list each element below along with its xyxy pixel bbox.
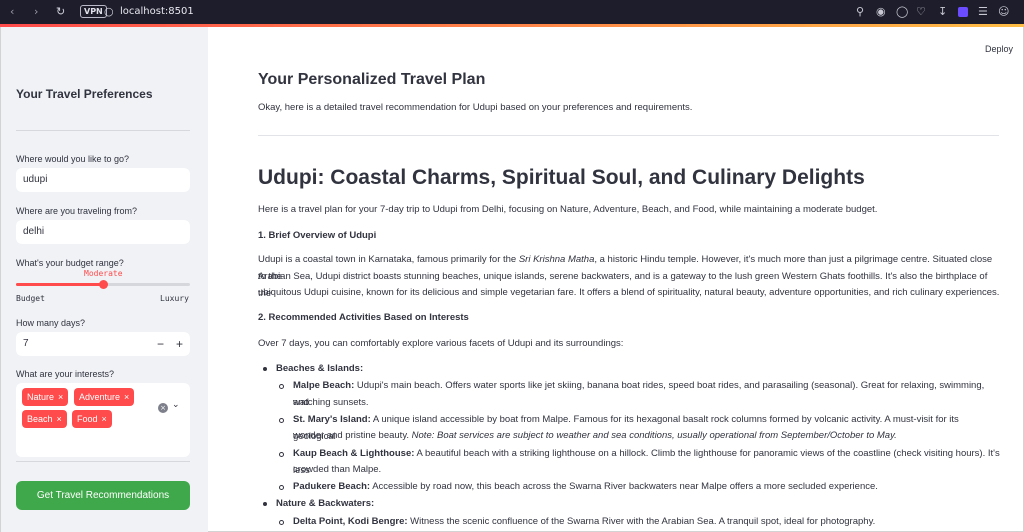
- forward-icon[interactable]: ›: [34, 4, 38, 20]
- settings-icon[interactable]: ☰: [978, 5, 988, 19]
- site-info-icon[interactable]: ○: [104, 5, 114, 19]
- remove-chip-icon[interactable]: ×: [58, 392, 63, 402]
- sidebar-divider: [16, 461, 190, 462]
- destination-label: Where would you like to go?: [16, 154, 130, 164]
- origin-input[interactable]: delhi: [16, 220, 190, 244]
- budget-label: What's your budget range?: [16, 258, 124, 268]
- content-divider: [258, 135, 999, 136]
- reload-icon[interactable]: ↻: [56, 4, 65, 20]
- budget-slider-value: Moderate: [84, 269, 123, 278]
- section-overview-title: 1. Brief Overview of Udupi: [258, 230, 377, 241]
- interests-label: What are your interests?: [16, 369, 115, 379]
- list-item-delta-point: Delta Point, Kodi Bengre: Witness the sc…: [293, 516, 876, 527]
- budget-max-label: Luxury: [160, 294, 189, 303]
- sub-bullet-icon: [279, 418, 284, 423]
- list-item-malpe: Malpe Beach: Udupi's main beach. Offers …: [293, 380, 985, 408]
- interest-chip-adventure[interactable]: Adventure ×: [74, 388, 135, 406]
- camera-icon[interactable]: ◉: [876, 5, 886, 19]
- budget-min-label: Budget: [16, 294, 45, 303]
- bullet-icon: [263, 367, 267, 371]
- remove-chip-icon[interactable]: ×: [124, 392, 129, 402]
- remove-chip-icon[interactable]: ×: [57, 414, 62, 424]
- overview-line-3: ubiquitous Udupi cuisine, known for its …: [258, 287, 1000, 298]
- budget-slider-track[interactable]: [16, 280, 190, 289]
- search-icon[interactable]: ⚲: [856, 5, 864, 19]
- download-icon[interactable]: ↧: [938, 5, 947, 19]
- destination-input[interactable]: udupi: [16, 168, 190, 192]
- list-item-kaup: Kaup Beach & Lighthouse: A beautiful bea…: [293, 448, 1000, 476]
- sidebar-divider: [16, 130, 190, 131]
- page-title: Your Personalized Travel Plan: [258, 71, 486, 88]
- shield-icon[interactable]: ◯: [896, 5, 908, 19]
- days-increment-button[interactable]: +: [176, 332, 183, 356]
- list-item-malpe-cont: watching sunsets.: [293, 397, 369, 408]
- clear-all-icon[interactable]: ×: [158, 403, 168, 413]
- origin-label: Where are you traveling from?: [16, 206, 138, 216]
- extension-icon[interactable]: [958, 7, 968, 17]
- interest-chip-beach[interactable]: Beach ×: [22, 410, 67, 428]
- group-beaches-islands: Beaches & Islands:: [276, 363, 364, 374]
- get-recommendations-button[interactable]: Get Travel Recommendations: [16, 481, 190, 510]
- budget-slider-thumb[interactable]: [99, 280, 108, 289]
- activities-lead: Over 7 days, you can comfortably explore…: [258, 338, 624, 349]
- interest-chip-nature[interactable]: Nature ×: [22, 388, 69, 406]
- remove-chip-icon[interactable]: ×: [102, 414, 107, 424]
- interest-chip-food[interactable]: Food ×: [72, 410, 112, 428]
- sidebar-title: Your Travel Preferences: [16, 87, 153, 101]
- intro-text: Okay, here is a detailed travel recommen…: [258, 102, 693, 113]
- group-nature-backwaters: Nature & Backwaters:: [276, 498, 375, 509]
- heart-icon[interactable]: ♡: [916, 5, 926, 19]
- interests-multiselect[interactable]: Nature × Adventure × Beach × Food × × ⌄: [16, 383, 190, 457]
- list-item-st-marys-cont: wonder and pristine beauty. Note: Boat s…: [293, 430, 897, 441]
- plan-lead: Here is a travel plan for your 7-day tri…: [258, 204, 878, 215]
- vpn-badge[interactable]: VPN: [80, 5, 107, 18]
- budget-slider-fill: [16, 283, 103, 286]
- sub-bullet-icon: [279, 485, 284, 490]
- list-item-kaup-cont: crowded than Malpe.: [293, 464, 382, 475]
- sub-bullet-icon: [279, 452, 284, 457]
- bullet-icon: [263, 502, 267, 506]
- list-item-padukere: Padukere Beach: Accessible by road now, …: [293, 481, 878, 492]
- browser-toolbar: ‹ › ↻ VPN ○ localhost:8501 ⚲ ◉ ◯ ♡ ↧ ☰ ☺: [0, 0, 1024, 24]
- sub-bullet-icon: [279, 384, 284, 389]
- days-decrement-button[interactable]: −: [157, 332, 164, 356]
- section-activities-title: 2. Recommended Activities Based on Inter…: [258, 312, 469, 323]
- plan-heading: Udupi: Coastal Charms, Spiritual Soul, a…: [258, 166, 865, 189]
- address-bar[interactable]: localhost:8501: [120, 5, 194, 19]
- days-label: How many days?: [16, 318, 86, 328]
- sub-bullet-icon: [279, 520, 284, 525]
- chevron-down-icon[interactable]: ⌄: [172, 400, 180, 410]
- deploy-button[interactable]: Deploy: [985, 44, 1013, 54]
- back-icon[interactable]: ‹: [10, 4, 14, 20]
- profile-icon[interactable]: ☺: [998, 5, 1009, 19]
